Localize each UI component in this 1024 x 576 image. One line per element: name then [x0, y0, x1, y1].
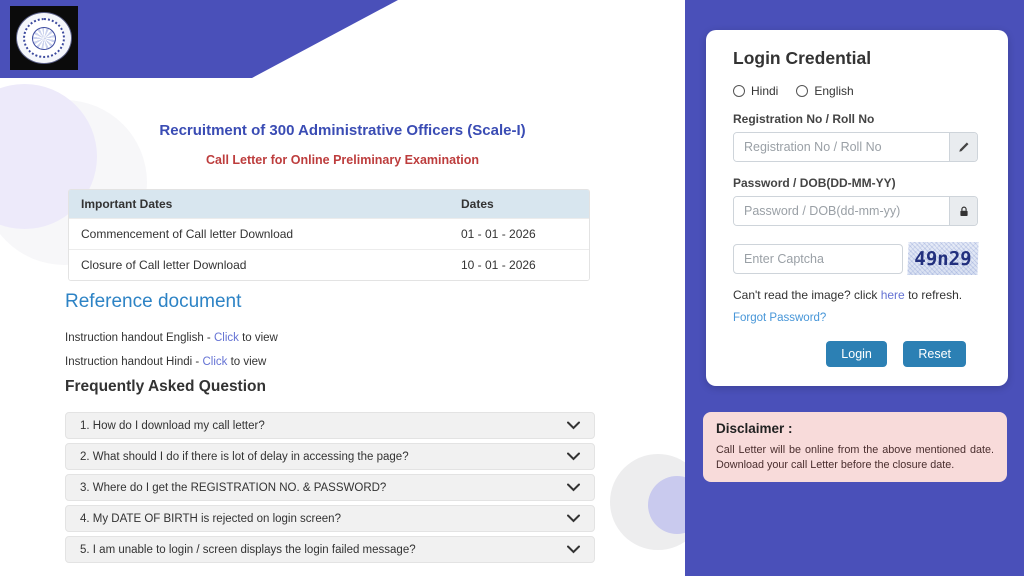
org-seal-ring	[23, 18, 65, 58]
disclaimer-heading: Disclaimer :	[716, 421, 994, 436]
captcha-refresh-line: Can't read the image? click here to refr…	[733, 288, 978, 302]
faq-question: 5. I am unable to login / screen display…	[80, 544, 416, 556]
lock-icon	[949, 197, 977, 225]
disclaimer-text: Call Letter will be online from the abov…	[716, 443, 994, 473]
table-header-row: Important Dates Dates	[69, 190, 589, 218]
instruction-hindi-click-link[interactable]: Click	[202, 356, 227, 368]
registration-input[interactable]	[734, 133, 949, 161]
important-dates-table: Important Dates Dates Commencement of Ca…	[68, 189, 590, 281]
login-card: Login Credential Hindi English Registrat…	[706, 30, 1008, 386]
instruction-text: Instruction handout English -	[65, 332, 214, 344]
faq-item-5[interactable]: 5. I am unable to login / screen display…	[65, 536, 595, 563]
registration-label: Registration No / Roll No	[733, 112, 978, 126]
faq-question: 3. Where do I get the REGISTRATION NO. &…	[80, 482, 386, 494]
captcha-text: 49n29	[914, 248, 972, 270]
chevron-down-icon	[567, 545, 580, 554]
chevron-down-icon	[567, 452, 580, 461]
page-subtitle: Call Letter for Online Preliminary Exami…	[0, 153, 685, 167]
reference-document-heading: Reference document	[65, 291, 241, 313]
password-label: Password / DOB(DD-MM-YY)	[733, 176, 978, 190]
forgot-password-link[interactable]: Forgot Password?	[733, 312, 826, 324]
radio-icon[interactable]	[733, 85, 745, 97]
disclaimer-box: Disclaimer : Call Letter will be online …	[703, 412, 1007, 482]
reset-button[interactable]: Reset	[903, 341, 966, 367]
instruction-text: Instruction handout Hindi -	[65, 356, 202, 368]
table-header-dates: Dates	[449, 197, 589, 211]
captcha-image: 49n29	[907, 242, 978, 275]
pencil-icon	[949, 133, 977, 161]
org-seal-icon	[16, 12, 72, 64]
login-title: Login Credential	[733, 48, 978, 69]
faq-item-4[interactable]: 4. My DATE OF BIRTH is rejected on login…	[65, 505, 595, 532]
radio-label-hindi: Hindi	[751, 84, 778, 98]
login-panel: Login Credential Hindi English Registrat…	[685, 0, 1024, 576]
button-row: Login Reset	[733, 341, 978, 367]
language-selector: Hindi English	[733, 84, 978, 98]
registration-input-group	[733, 132, 978, 162]
table-cell-date: 10 - 01 - 2026	[449, 258, 589, 272]
refresh-captcha-link[interactable]: here	[881, 288, 905, 302]
faq-question: 1. How do I download my call letter?	[80, 420, 265, 432]
table-row: Closure of Call letter Download 10 - 01 …	[69, 249, 589, 280]
language-radio-english[interactable]: English	[796, 84, 853, 98]
page-title: Recruitment of 300 Administrative Office…	[0, 122, 685, 139]
org-logo	[10, 6, 78, 70]
main-content: Recruitment of 300 Administrative Office…	[0, 78, 685, 576]
instruction-text: to view	[227, 356, 266, 368]
faq-question: 2. What should I do if there is lot of d…	[80, 451, 409, 463]
faq-question: 4. My DATE OF BIRTH is rejected on login…	[80, 513, 341, 525]
password-input-group	[733, 196, 978, 226]
instruction-english-click-link[interactable]: Click	[214, 332, 239, 344]
refresh-text: Can't read the image? click	[733, 288, 881, 302]
faq-list: 1. How do I download my call letter? 2. …	[65, 412, 595, 567]
chevron-down-icon	[567, 421, 580, 430]
chevron-down-icon	[567, 514, 580, 523]
table-cell-date: 01 - 01 - 2026	[449, 227, 589, 241]
captcha-input[interactable]	[733, 244, 903, 274]
radio-label-english: English	[814, 84, 853, 98]
faq-item-2[interactable]: 2. What should I do if there is lot of d…	[65, 443, 595, 470]
chevron-down-icon	[567, 483, 580, 492]
table-cell-label: Commencement of Call letter Download	[69, 227, 449, 241]
instruction-text: to view	[239, 332, 278, 344]
faq-heading: Frequently Asked Question	[65, 378, 266, 396]
org-seal-core	[32, 27, 56, 50]
captcha-row: 49n29	[733, 242, 978, 275]
password-input[interactable]	[734, 197, 949, 225]
radio-icon[interactable]	[796, 85, 808, 97]
instruction-handout-hindi: Instruction handout Hindi - Click to vie…	[65, 356, 266, 368]
faq-item-3[interactable]: 3. Where do I get the REGISTRATION NO. &…	[65, 474, 595, 501]
table-header-important-dates: Important Dates	[69, 197, 449, 211]
table-cell-label: Closure of Call letter Download	[69, 258, 449, 272]
instruction-handout-english: Instruction handout English - Click to v…	[65, 332, 278, 344]
faq-item-1[interactable]: 1. How do I download my call letter?	[65, 412, 595, 439]
refresh-text: to refresh.	[905, 288, 962, 302]
table-row: Commencement of Call letter Download 01 …	[69, 218, 589, 249]
language-radio-hindi[interactable]: Hindi	[733, 84, 778, 98]
login-button[interactable]: Login	[826, 341, 887, 367]
